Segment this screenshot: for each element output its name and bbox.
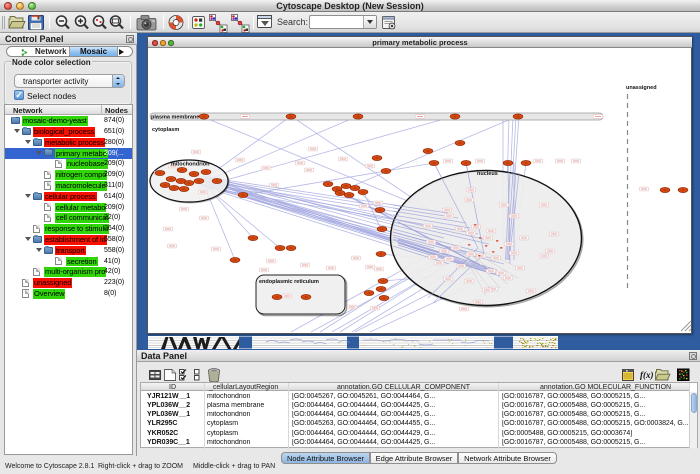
svg-text:plasma membrane: plasma membrane [151, 115, 199, 121]
svg-text:nucleus: nucleus [477, 171, 498, 177]
svg-text:unassigned: unassigned [626, 85, 657, 91]
svg-text:cytoplasm: cytoplasm [152, 127, 179, 133]
svg-text:mitochondrion: mitochondrion [171, 162, 210, 168]
svg-text:endoplasmic reticulum: endoplasmic reticulum [259, 279, 319, 285]
svg-text:f(x): f(x) [640, 370, 654, 380]
